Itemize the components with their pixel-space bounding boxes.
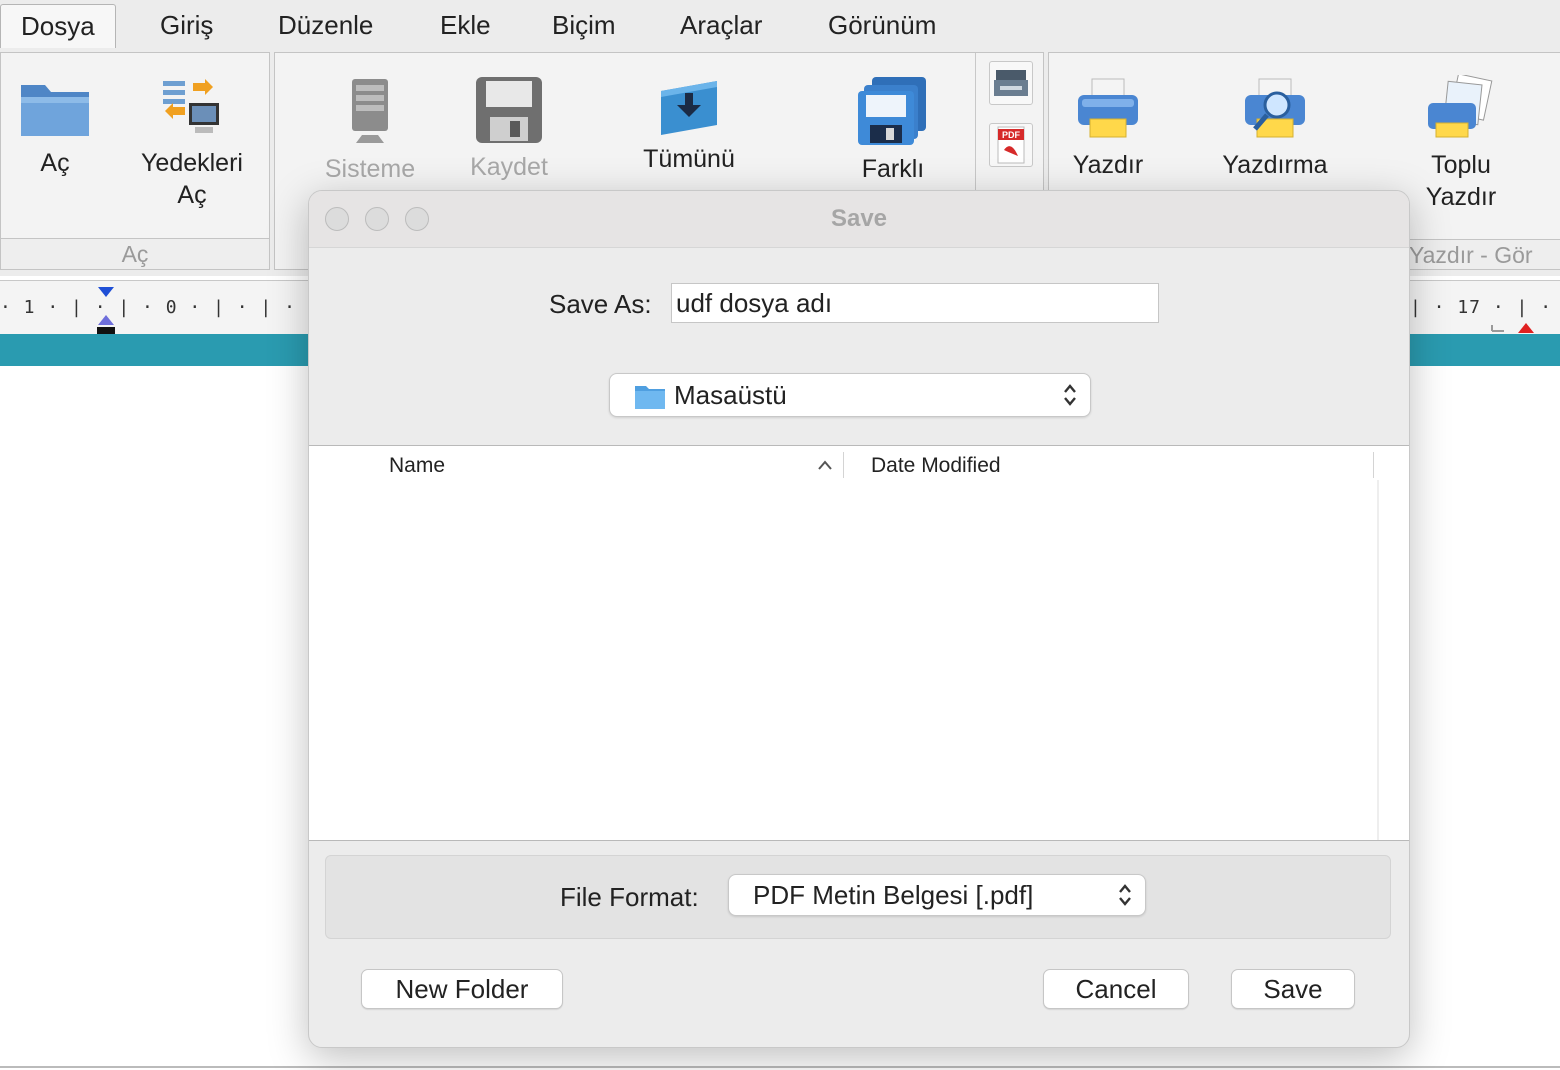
print-preview-icon xyxy=(1245,78,1305,138)
bulk-print-icon xyxy=(1428,75,1493,138)
dialog-title: Save xyxy=(830,205,888,232)
open-backups-label-1: Yedekleri xyxy=(141,149,243,177)
bulk-print-label-1: Toplu xyxy=(1431,151,1491,179)
folder-icon xyxy=(635,386,665,409)
printer-icon xyxy=(1078,78,1138,138)
cancel-button[interactable]: Cancel xyxy=(1043,969,1189,1009)
file-format-panel: File Format: PDF Metin Belgesi [.pdf] xyxy=(325,855,1391,939)
group-caption-open: Aç xyxy=(1,238,269,269)
ribbon-group-open: Aç Yedekleri Aç Aç xyxy=(0,52,270,270)
bulk-print-label-2: Yazdır xyxy=(1425,183,1497,211)
chevron-updown-icon xyxy=(1119,884,1131,906)
print-button[interactable]: Yazdır xyxy=(1063,75,1153,181)
pdf-icon: PDF xyxy=(997,126,1025,164)
send-to-system-label: Sisteme xyxy=(324,155,416,183)
menu-bar: Dosya Giriş Düzenle Ekle Biçim Araçlar G… xyxy=(0,0,1560,49)
indent-marker-icon[interactable] xyxy=(96,285,116,339)
column-divider xyxy=(1373,452,1374,478)
ruler-right-scale: | · 17 · | · 18 · xyxy=(1410,297,1553,318)
open-backups-label-2: Aç xyxy=(177,181,207,209)
save-as-label: Save As: xyxy=(549,289,652,319)
floppy-disk-icon xyxy=(476,77,542,143)
menu-gorunum[interactable]: Görünüm xyxy=(808,4,956,46)
file-format-popup[interactable]: PDF Metin Belgesi [.pdf] xyxy=(728,874,1146,916)
menu-duzenle[interactable]: Düzenle xyxy=(258,4,393,46)
menu-araclar[interactable]: Araçlar xyxy=(660,4,782,46)
menu-giris[interactable]: Giriş xyxy=(140,4,233,46)
chevron-updown-icon xyxy=(1064,384,1076,406)
menu-bicim[interactable]: Biçim xyxy=(532,4,636,46)
save-ribbon-label: Kaydet xyxy=(470,153,548,181)
print-preview-label: Yazdırma xyxy=(1222,151,1328,179)
column-header-date-modified[interactable]: Date Modified xyxy=(871,454,1001,478)
column-divider[interactable] xyxy=(843,452,844,478)
save-ribbon-button[interactable]: Kaydet xyxy=(457,75,561,183)
file-format-value: PDF Metin Belgesi [.pdf] xyxy=(753,880,1034,910)
save-dialog: Save Save As: Masaüstü Name Date Modifie… xyxy=(308,190,1410,1048)
new-folder-button[interactable]: New Folder xyxy=(361,969,563,1009)
print-preview-button[interactable]: Yazdırma xyxy=(1213,75,1337,181)
menu-dosya[interactable]: Dosya xyxy=(0,4,116,48)
multiple-floppy-icon xyxy=(858,77,926,145)
file-list-scrollbar[interactable] xyxy=(1377,480,1379,840)
document-bottom-border xyxy=(0,1066,1560,1068)
send-to-system-button[interactable]: Sisteme xyxy=(315,75,425,185)
menu-ekle[interactable]: Ekle xyxy=(420,4,511,46)
printer-small-button[interactable] xyxy=(989,61,1033,105)
server-icon xyxy=(352,79,388,143)
download-box-icon xyxy=(661,81,717,135)
save-as-button[interactable]: Farklı xyxy=(845,75,941,185)
file-format-label: File Format: xyxy=(560,882,699,912)
location-value: Masaüstü xyxy=(674,380,787,410)
export-pdf-button[interactable]: PDF xyxy=(989,123,1033,167)
dialog-titlebar: Save xyxy=(309,191,1409,248)
save-all-label: Tümünü xyxy=(643,145,735,173)
save-all-button[interactable]: Tümünü xyxy=(623,75,755,175)
column-header-name[interactable]: Name xyxy=(389,454,445,478)
open-label: Aç xyxy=(40,149,70,177)
save-button[interactable]: Save xyxy=(1231,969,1355,1009)
bulk-print-button[interactable]: Toplu Yazdır xyxy=(1417,75,1505,213)
backup-restore-icon xyxy=(163,79,219,133)
filename-input[interactable] xyxy=(671,283,1159,323)
folder-icon xyxy=(21,85,89,136)
scanner-icon xyxy=(994,70,1028,96)
file-browser-list[interactable]: Name Date Modified xyxy=(309,445,1409,841)
print-label: Yazdır xyxy=(1072,151,1144,179)
right-margin-marker-icon[interactable] xyxy=(1490,317,1536,335)
sort-ascending-icon[interactable] xyxy=(817,458,833,472)
pdf-icon-text: PDF xyxy=(1002,130,1021,140)
open-button[interactable]: Aç xyxy=(13,75,97,179)
location-popup[interactable]: Masaüstü xyxy=(609,373,1091,417)
open-backups-button[interactable]: Yedekleri Aç xyxy=(129,75,255,211)
save-as-label: Farklı xyxy=(861,155,925,183)
